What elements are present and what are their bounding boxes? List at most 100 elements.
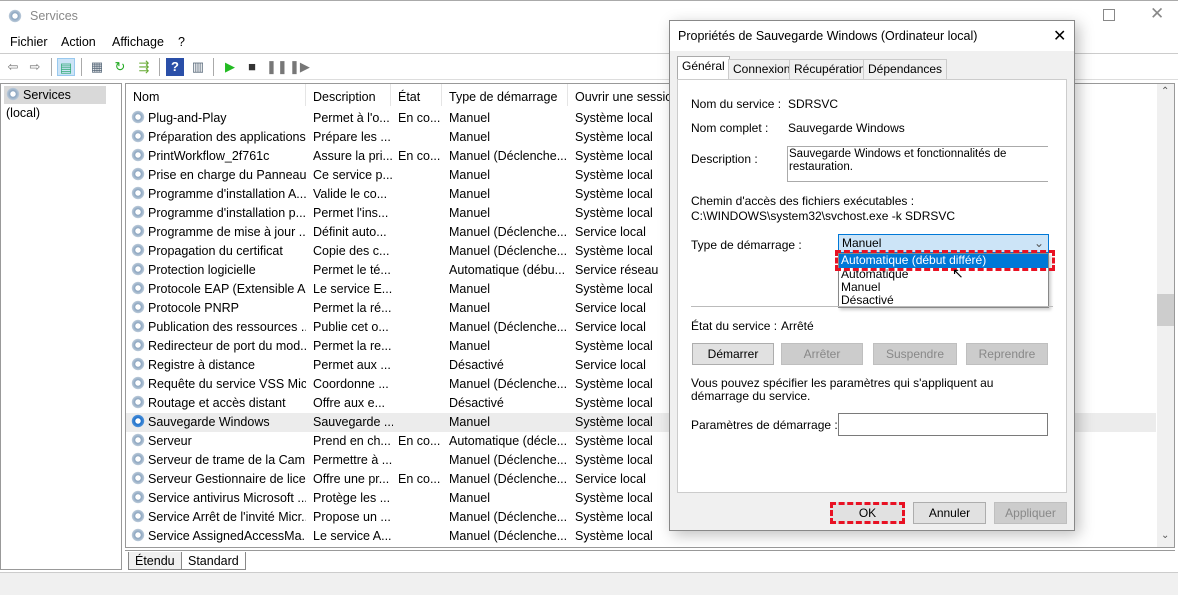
cell-name: Service antivirus Microsoft ... [131, 489, 306, 508]
ok-button[interactable]: OK [830, 502, 905, 524]
params-input[interactable] [838, 413, 1048, 436]
start-button[interactable]: Démarrer [692, 343, 774, 365]
service-name: Serveur Gestionnaire de lice... [148, 472, 306, 486]
cell-description: Ce service p... [313, 168, 393, 182]
cell-logon: Système local [575, 111, 653, 125]
cell-name: Protocole PNRP [131, 299, 306, 318]
stop-icon[interactable]: ■ [243, 58, 261, 76]
cell-logon: Système local [575, 282, 653, 296]
column-header-type[interactable]: Type de démarrage [442, 84, 568, 106]
cell-startup-type: Manuel [449, 301, 490, 315]
cell-logon: Service local [575, 358, 646, 372]
menu-action[interactable]: Action [61, 35, 96, 49]
cell-name: Préparation des applications [131, 128, 306, 147]
gear-icon [131, 319, 145, 333]
tab-recuperation[interactable]: Récupération [789, 59, 871, 79]
back-arrow-icon[interactable]: ⇦ [4, 58, 22, 76]
play-icon[interactable]: ▶ [221, 58, 239, 76]
dialog-title-bar: Propriétés de Sauvegarde Windows (Ordina… [670, 21, 1074, 51]
full-name-label: Nom complet : [691, 121, 769, 135]
cell-logon: Système local [575, 396, 653, 410]
tab-connexion[interactable]: Connexion [728, 59, 796, 79]
cell-logon: Système local [575, 491, 653, 505]
cell-name: Serveur [131, 432, 306, 451]
tree-item-services-local[interactable]: Services (local) [4, 86, 106, 120]
view-icon[interactable]: ▥ [189, 58, 207, 76]
refresh-icon[interactable]: ↻ [111, 58, 129, 76]
tab-dependances[interactable]: Dépendances [863, 59, 948, 79]
service-name: Protection logicielle [148, 263, 256, 277]
scroll-up-icon[interactable]: ⌃ [1161, 86, 1169, 97]
help-icon[interactable]: ? [166, 58, 184, 76]
apply-button[interactable]: Appliquer [994, 502, 1067, 524]
gear-icon [131, 414, 145, 428]
cell-startup-type: Manuel (Déclenche... [449, 377, 568, 391]
cell-description: Définit auto... [313, 225, 387, 239]
close-icon[interactable]: ✕ [1150, 4, 1164, 24]
service-name-value: SDRSVC [788, 97, 839, 111]
resume-icon[interactable]: ❚▶ [289, 58, 310, 76]
console-tree: Services (local) [0, 83, 122, 570]
description-textbox[interactable]: Sauvegarde Windows et fonctionnalités de… [787, 146, 1048, 182]
service-name: Prise en charge du Panneau... [148, 168, 306, 182]
console-tree-icon[interactable]: ▤ [57, 58, 75, 76]
cell-name: Prise en charge du Panneau... [131, 166, 306, 185]
column-header-session[interactable]: Ouvrir une session [568, 84, 678, 106]
cell-description: Permet la ré... [313, 301, 392, 315]
scroll-thumb[interactable] [1157, 294, 1174, 326]
cell-state: En co... [398, 472, 441, 486]
general-panel: Nom du service : SDRSVC Nom complet : Sa… [677, 79, 1067, 493]
gear-icon [131, 338, 145, 352]
cell-startup-type: Manuel (Déclenche... [449, 529, 568, 543]
column-header-nom[interactable]: Nom [126, 84, 306, 106]
maximize-button[interactable] [1103, 9, 1115, 21]
status-bar [0, 572, 1178, 595]
tab-etendu[interactable]: Étendu [128, 552, 182, 570]
export-icon[interactable]: ⇶ [135, 58, 153, 76]
properties-icon[interactable]: ▦ [88, 58, 106, 76]
cell-description: Coordonne ... [313, 377, 389, 391]
cell-name: Registre à distance [131, 356, 306, 375]
vertical-scrollbar[interactable]: ⌃ ⌄ [1157, 84, 1174, 547]
gear-icon [131, 528, 145, 542]
pause-button[interactable]: Suspendre [873, 343, 957, 365]
cell-logon: Service local [575, 320, 646, 334]
tab-standard[interactable]: Standard [181, 552, 246, 570]
cell-name: Publication des ressources ... [131, 318, 306, 337]
gear-icon [131, 243, 145, 257]
cell-startup-type: Manuel [449, 111, 490, 125]
cancel-button[interactable]: Annuler [913, 502, 986, 524]
service-name: Redirecteur de port du mod... [148, 339, 306, 353]
pause-icon[interactable]: ❚❚ [266, 58, 288, 76]
service-name: Service antivirus Microsoft ... [148, 491, 306, 505]
menu-help[interactable]: ? [178, 35, 185, 49]
tab-general[interactable]: Général [677, 56, 730, 80]
close-icon[interactable]: ✕ [1053, 26, 1066, 46]
service-name: Publication des ressources ... [148, 320, 306, 334]
view-tabs: Étendu Standard [125, 550, 1175, 570]
service-name: Requête du service VSS Mic... [148, 377, 306, 391]
resume-button[interactable]: Reprendre [966, 343, 1048, 365]
column-header-etat[interactable]: État [391, 84, 442, 106]
gear-icon [131, 490, 145, 504]
cell-startup-type: Manuel (Déclenche... [449, 149, 568, 163]
cell-startup-type: Manuel (Déclenche... [449, 244, 568, 258]
cell-description: Permet aux ... [313, 358, 391, 372]
forward-arrow-icon[interactable]: ⇨ [26, 58, 44, 76]
cell-logon: Système local [575, 377, 653, 391]
gear-icon [131, 186, 145, 200]
cell-name: Propagation du certificat [131, 242, 306, 261]
gear-icon [131, 471, 145, 485]
menu-affichage[interactable]: Affichage [112, 35, 164, 49]
cell-name: Protection logicielle [131, 261, 306, 280]
cell-logon: Système local [575, 206, 653, 220]
menu-fichier[interactable]: Fichier [10, 35, 48, 49]
cell-startup-type: Manuel [449, 339, 490, 353]
cell-state: En co... [398, 111, 441, 125]
stop-button[interactable]: Arrêter [781, 343, 863, 365]
scroll-down-icon[interactable]: ⌄ [1161, 530, 1169, 541]
cell-state: En co... [398, 434, 441, 448]
cell-name: Programme d'installation p... [131, 204, 306, 223]
gear-icon [131, 262, 145, 276]
column-header-description[interactable]: Description [306, 84, 391, 106]
